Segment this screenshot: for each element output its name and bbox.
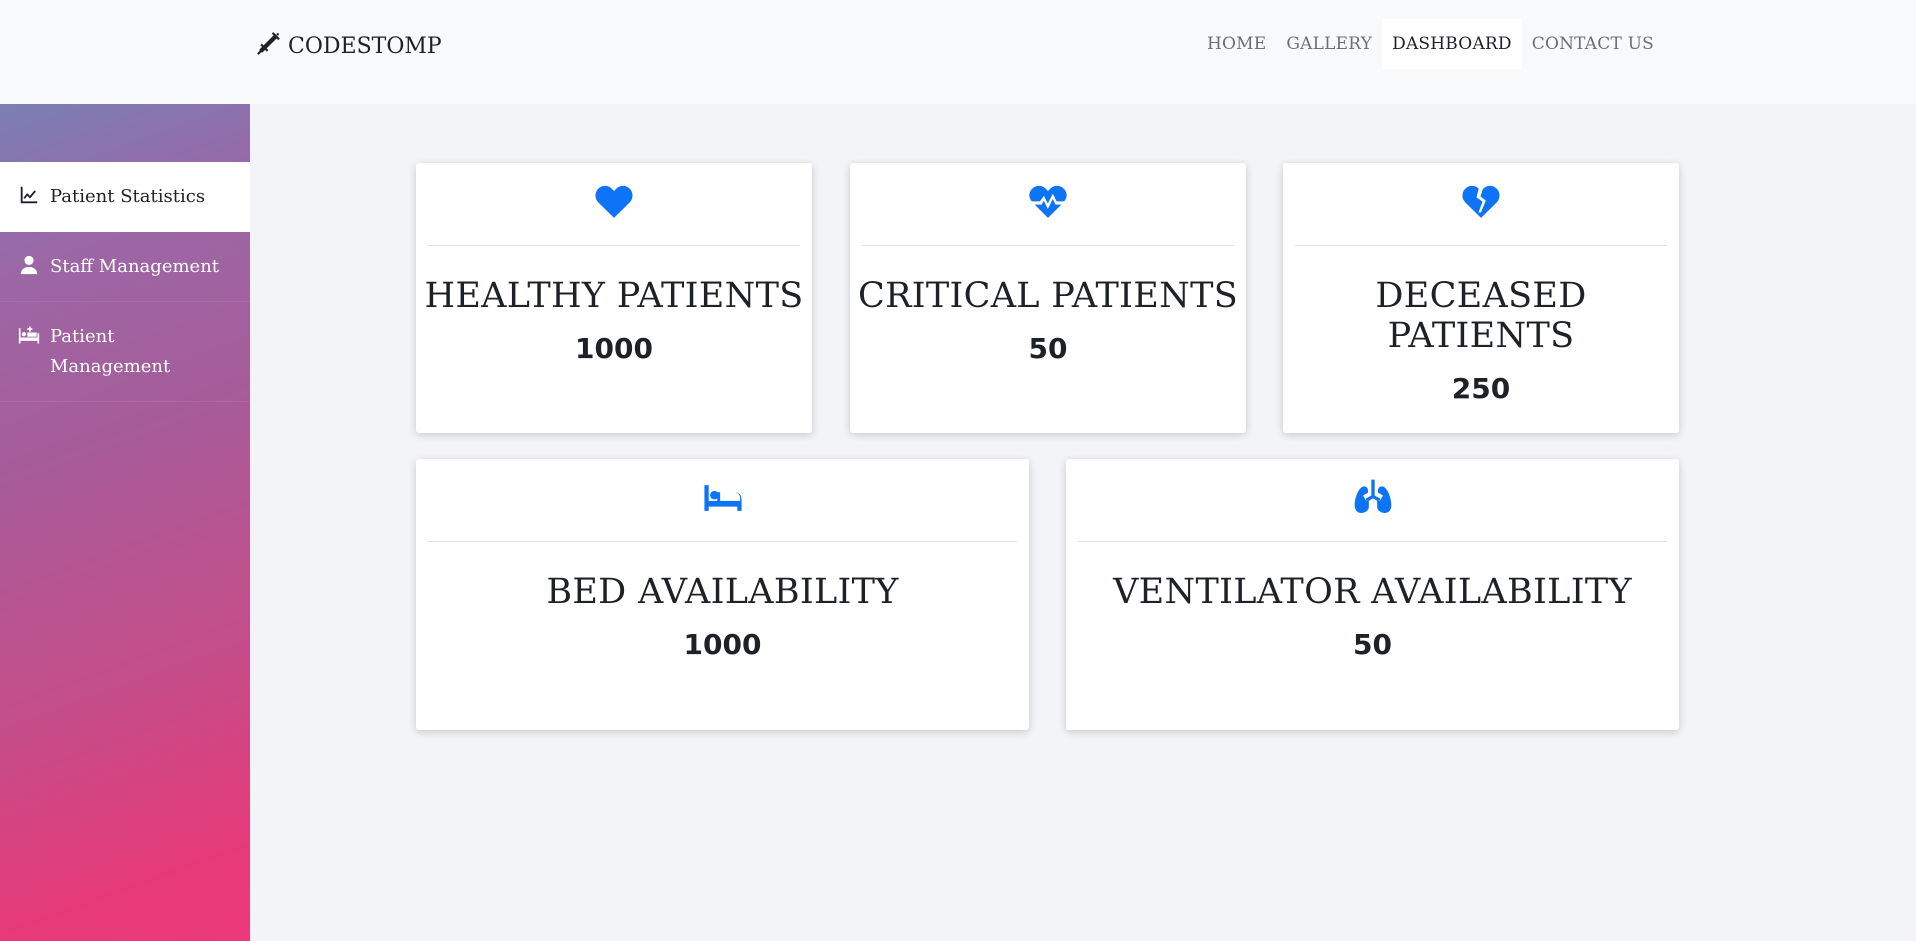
card-bed-availability: BED AVAILABILITY 1000 (416, 459, 1029, 730)
brand-logo[interactable]: CODESTOMP (256, 30, 442, 62)
card-value: 50 (1028, 332, 1068, 365)
card-title: CRITICAL PATIENTS (857, 276, 1239, 316)
card-value: 1000 (683, 628, 762, 661)
card-title: BED AVAILABILITY (546, 572, 899, 612)
lungs-icon (1353, 478, 1393, 522)
nav-dashboard[interactable]: DASHBOARD (1382, 19, 1522, 69)
nav-contact-us[interactable]: CONTACT US (1522, 19, 1664, 69)
card-divider (428, 541, 1017, 542)
card-title: HEALTHY PATIENTS (424, 276, 804, 316)
sidebar-item-patient-statistics[interactable]: Patient Statistics (0, 162, 250, 232)
card-deceased-patients: DECEASED PATIENTS 250 (1283, 163, 1679, 433)
card-value: 1000 (575, 332, 653, 365)
sidebar-item-patient-management[interactable]: Patient Management (0, 302, 250, 402)
brand-name: CODESTOMP (288, 33, 442, 59)
card-title: VENTILATOR AVAILABILITY (1113, 572, 1632, 612)
top-navbar: CODESTOMP HOME GALLERY DASHBOARD CONTACT… (0, 0, 1916, 104)
card-divider (428, 245, 800, 246)
heart-broken-icon (1461, 182, 1501, 226)
syringe-icon (256, 30, 282, 62)
card-value: 250 (1451, 372, 1511, 405)
sidebar-item-staff-management[interactable]: Staff Management (0, 232, 250, 302)
card-divider (862, 245, 1234, 246)
nav-gallery[interactable]: GALLERY (1276, 19, 1382, 69)
sidebar-item-label: Patient Management (50, 326, 171, 377)
card-ventilator-availability: VENTILATOR AVAILABILITY 50 (1066, 459, 1679, 730)
card-divider (1295, 245, 1667, 246)
nav-links: HOME GALLERY DASHBOARD CONTACT US (1197, 19, 1664, 69)
heartbeat-icon (1028, 182, 1068, 226)
card-divider (1078, 541, 1667, 542)
chart-line-icon (18, 182, 40, 211)
sidebar-item-label: Patient Statistics (50, 186, 206, 207)
user-icon (18, 252, 40, 281)
nav-home[interactable]: HOME (1197, 19, 1276, 69)
card-value: 50 (1353, 628, 1392, 661)
sidebar: Patient Statistics Staff Management Pati… (0, 104, 250, 941)
heart-icon (594, 182, 634, 226)
hospital-bed-icon (18, 322, 40, 356)
card-healthy-patients: HEALTHY PATIENTS 1000 (416, 163, 812, 433)
bed-icon (703, 478, 743, 522)
card-title: DECEASED PATIENTS (1375, 276, 1587, 356)
sidebar-item-label: Staff Management (50, 256, 220, 277)
card-critical-patients: CRITICAL PATIENTS 50 (850, 163, 1246, 433)
